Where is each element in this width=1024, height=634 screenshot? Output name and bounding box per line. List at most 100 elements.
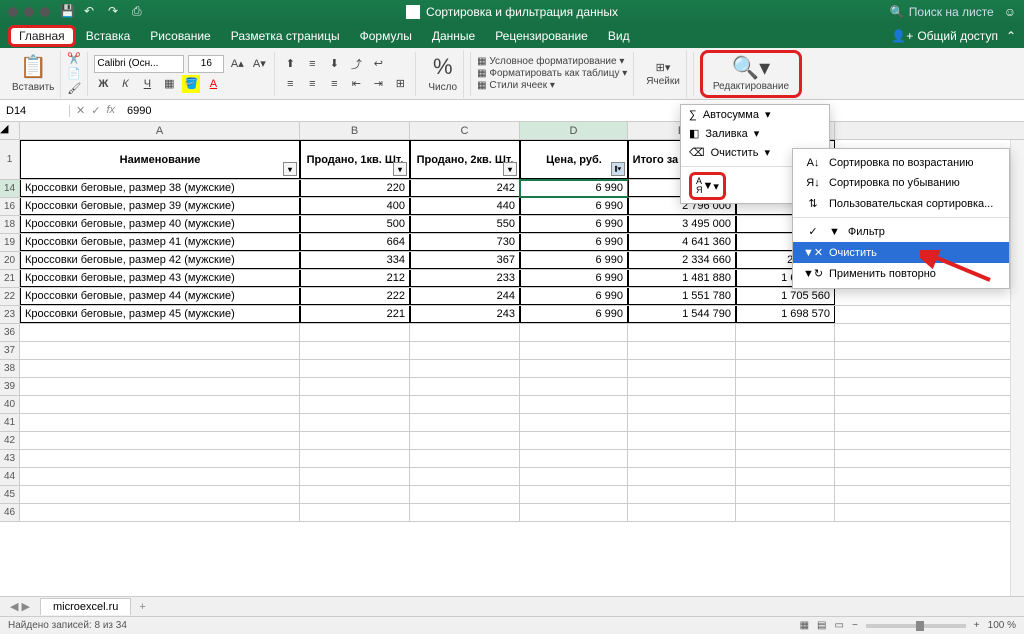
col-header-d[interactable]: D [520, 122, 628, 139]
empty-cell[interactable] [736, 378, 835, 395]
conditional-formatting-button[interactable]: ▦ Условное форматирование ▾ [477, 56, 627, 67]
empty-cell[interactable] [520, 324, 628, 341]
cell-name[interactable]: Кроссовки беговые, размер 44 (мужские) [20, 288, 300, 305]
underline-button[interactable]: Ч [138, 75, 156, 93]
font-size-select[interactable] [188, 55, 224, 73]
header-name[interactable]: Наименование▾ [20, 140, 300, 179]
row-header[interactable]: 43 [0, 450, 20, 467]
zoom-in-button[interactable]: + [974, 620, 980, 631]
row-header[interactable]: 18 [0, 216, 20, 233]
tab-insert[interactable]: Вставка [76, 26, 141, 46]
empty-cell[interactable] [410, 468, 520, 485]
empty-cell[interactable] [20, 468, 300, 485]
cell-styles-button[interactable]: ▦ Стили ячеек ▾ [477, 80, 627, 91]
empty-cell[interactable] [520, 468, 628, 485]
cell-name[interactable]: Кроссовки беговые, размер 45 (мужские) [20, 306, 300, 323]
print-icon[interactable]: ⎙ [132, 4, 148, 20]
cell-q1[interactable]: 222 [300, 288, 410, 305]
cell-t1[interactable]: 2 334 660 [628, 252, 736, 269]
empty-cell[interactable] [736, 432, 835, 449]
empty-cell[interactable] [628, 432, 736, 449]
cell-q2[interactable]: 550 [410, 216, 520, 233]
empty-cell[interactable] [410, 486, 520, 503]
cell-q2[interactable]: 233 [410, 270, 520, 287]
empty-cell[interactable] [628, 360, 736, 377]
empty-cell[interactable] [410, 324, 520, 341]
row-header[interactable]: 44 [0, 468, 20, 485]
cell-price[interactable]: 6 990 [520, 180, 628, 197]
search-box[interactable]: 🔍 Поиск на листе [890, 5, 994, 19]
cell-name[interactable]: Кроссовки беговые, размер 38 (мужские) [20, 180, 300, 197]
cell-q2[interactable]: 242 [410, 180, 520, 197]
fill-color-button[interactable]: 🪣 [182, 75, 200, 93]
cell-name[interactable]: Кроссовки беговые, размер 39 (мужские) [20, 198, 300, 215]
tab-home[interactable]: Главная [8, 25, 76, 47]
empty-cell[interactable] [300, 324, 410, 341]
filter-icon[interactable]: ▾ [503, 162, 517, 176]
empty-cell[interactable] [20, 414, 300, 431]
cell-t1[interactable]: 4 641 360 [628, 234, 736, 251]
row-header[interactable]: 46 [0, 504, 20, 521]
fx-icon[interactable]: fx [106, 104, 115, 117]
cell-t1[interactable]: 1 481 880 [628, 270, 736, 287]
filter-icon[interactable]: ▾ [393, 162, 407, 176]
empty-cell[interactable] [520, 396, 628, 413]
filter-item[interactable]: ✓▼Фильтр [793, 221, 1009, 242]
header-price[interactable]: Цена, руб.⫾▾ [520, 140, 628, 179]
tab-data[interactable]: Данные [422, 26, 485, 46]
tab-layout[interactable]: Разметка страницы [221, 26, 350, 46]
cell-price[interactable]: 6 990 [520, 288, 628, 305]
empty-cell[interactable] [628, 486, 736, 503]
empty-cell[interactable] [520, 378, 628, 395]
decrease-indent-icon[interactable]: ⇤ [347, 75, 365, 93]
empty-cell[interactable] [20, 504, 300, 521]
undo-icon[interactable]: ↶ [84, 4, 100, 20]
row-header[interactable]: 20 [0, 252, 20, 269]
row-header[interactable]: 42 [0, 432, 20, 449]
empty-cell[interactable] [300, 486, 410, 503]
empty-cell[interactable] [20, 378, 300, 395]
empty-cell[interactable] [20, 324, 300, 341]
collapse-ribbon-icon[interactable]: ⌃ [1006, 29, 1016, 43]
empty-cell[interactable] [628, 414, 736, 431]
align-left-icon[interactable]: ≡ [281, 75, 299, 93]
align-top-icon[interactable]: ⬆ [281, 55, 299, 73]
cell-q2[interactable]: 243 [410, 306, 520, 323]
wrap-text-icon[interactable]: ↩ [369, 55, 387, 73]
zoom-level[interactable]: 100 % [988, 620, 1016, 631]
cell-name[interactable]: Кроссовки беговые, размер 42 (мужские) [20, 252, 300, 269]
tab-formulas[interactable]: Формулы [350, 26, 422, 46]
empty-cell[interactable] [736, 414, 835, 431]
cell-q1[interactable]: 212 [300, 270, 410, 287]
cell-t2[interactable]: 1 698 570 [736, 306, 835, 323]
empty-cell[interactable] [520, 450, 628, 467]
cell-t1[interactable]: 3 495 000 [628, 216, 736, 233]
filter-active-icon[interactable]: ⫾▾ [611, 162, 625, 176]
empty-cell[interactable] [410, 396, 520, 413]
empty-cell[interactable] [20, 432, 300, 449]
empty-cell[interactable] [410, 360, 520, 377]
header-q2[interactable]: Продано, 2кв. Шт.▾ [410, 140, 520, 179]
feedback-icon[interactable]: ☺ [1004, 5, 1016, 19]
empty-cell[interactable] [300, 468, 410, 485]
empty-cell[interactable] [20, 486, 300, 503]
increase-font-icon[interactable]: A▴ [228, 55, 246, 73]
cell-name[interactable]: Кроссовки беговые, размер 43 (мужские) [20, 270, 300, 287]
empty-cell[interactable] [736, 342, 835, 359]
view-break-icon[interactable]: ▭ [835, 620, 844, 631]
col-header-c[interactable]: C [410, 122, 520, 139]
sheet-tab[interactable]: microexcel.ru [40, 598, 131, 615]
cell-q2[interactable]: 244 [410, 288, 520, 305]
font-color-button[interactable]: А [204, 75, 222, 93]
cell-t1[interactable]: 1 551 780 [628, 288, 736, 305]
cell-q1[interactable]: 500 [300, 216, 410, 233]
border-button[interactable]: ▦ [160, 75, 178, 93]
cell-price[interactable]: 6 990 [520, 306, 628, 323]
align-right-icon[interactable]: ≡ [325, 75, 343, 93]
empty-cell[interactable] [410, 342, 520, 359]
row-header[interactable]: 40 [0, 396, 20, 413]
cell-price[interactable]: 6 990 [520, 216, 628, 233]
empty-cell[interactable] [410, 504, 520, 521]
merge-icon[interactable]: ⊞ [391, 75, 409, 93]
cell-t1[interactable]: 1 544 790 [628, 306, 736, 323]
